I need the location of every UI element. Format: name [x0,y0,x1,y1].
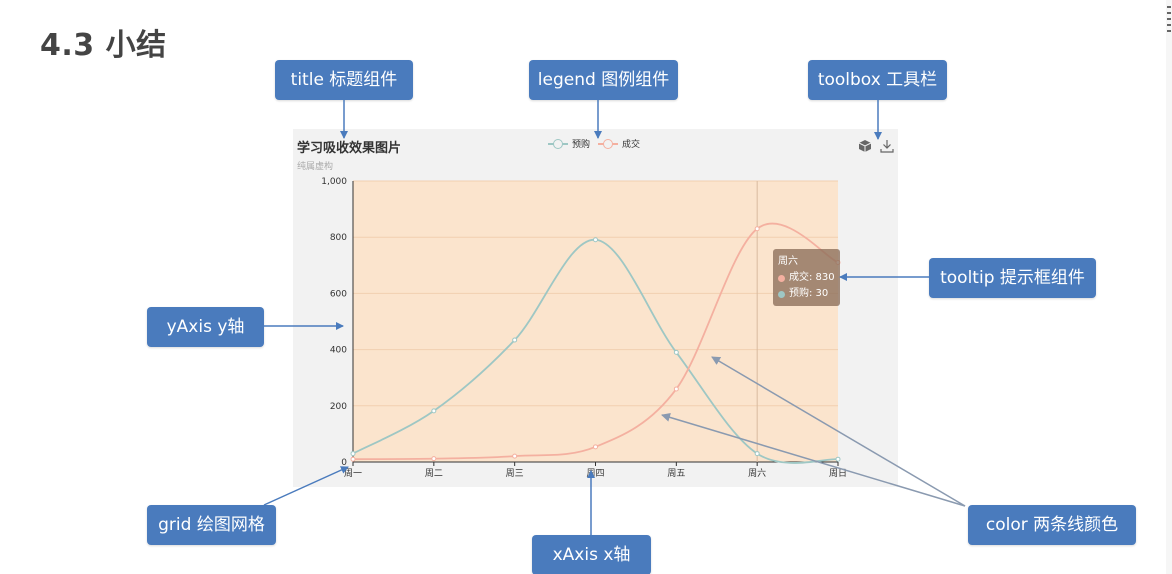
download-icon[interactable] [880,139,894,153]
y-tick-label: 600 [330,289,347,299]
series-point [350,451,356,457]
chart-toolbox [858,139,894,153]
y-tick-label: 400 [330,346,347,356]
callout-legend: legend 图例组件 [529,60,678,100]
callout-yaxis: yAxis y轴 [147,307,264,347]
series-point [431,408,437,414]
series-point [754,226,760,232]
x-tick-label: 周五 [667,468,685,479]
tooltip-row-chengjiao: 成交: 830 [778,270,835,286]
callout-tooltip: tooltip 提示框组件 [929,258,1096,298]
tooltip-row-yugou: 预购: 30 [778,286,835,302]
series-point [673,386,679,392]
series-point [593,237,598,243]
legend-item-chengjiao[interactable]: 成交 [598,137,640,150]
legend-line-icon [548,138,568,149]
y-tick-label: 1,000 [321,177,347,187]
x-tick-label: 周日 [829,468,847,479]
chart-legend[interactable]: 预购 成交 [548,137,648,150]
callout-grid: grid 绘图网格 [147,505,276,545]
chart-title: 学习吸收效果图片 [297,141,402,156]
callout-xaxis: xAxis x轴 [532,535,651,574]
callout-color: color 两条线颜色 [968,505,1136,545]
x-tick-label: 周三 [506,468,524,479]
legend-line-icon [598,138,619,149]
callout-title: title 标题组件 [275,60,413,100]
y-tick-label: 200 [330,402,347,412]
chart-container: 0 200 400 600 800 1,000 周一 周二 周三 周四 周五 周六 周日 学习吸收效果图… [293,129,898,487]
series-dot-icon [778,274,785,282]
y-tick-label: 800 [330,233,347,243]
chart-tooltip: 周六 成交: 830 预购: 30 [773,249,840,306]
series-point [593,444,598,450]
cube-icon[interactable] [858,139,872,153]
series-point [835,456,841,462]
legend-label: 成交 [622,140,641,150]
page-scrollbar[interactable] [1166,0,1172,574]
series-point [673,349,679,355]
x-tick-label: 周二 [425,468,443,479]
x-tick-label: 周一 [344,468,362,479]
grid-area [353,181,838,462]
series-point [512,453,518,459]
series-point [350,456,356,462]
series-dot-icon [778,290,785,298]
chart-subtitle: 纯属虚构 [297,162,334,172]
series-point [512,337,518,343]
x-tick-label: 周六 [748,467,766,479]
legend-label: 预购 [572,140,591,150]
y-tick-label: 0 [341,458,347,468]
tooltip-header: 周六 [778,256,798,267]
series-point [754,451,760,457]
tooltip-value: 预购: 30 [789,288,829,299]
legend-item-yugou[interactable]: 预购 [548,137,590,150]
x-tick-label: 周四 [586,468,604,479]
callout-toolbox: toolbox 工具栏 [808,60,947,100]
series-point [431,456,437,462]
tooltip-value: 成交: 830 [789,272,835,283]
section-heading: 4.3 小结 [40,28,167,63]
line-chart: 02004006008001,000周一 周二 周三 周四 周五 周六 周日 [321,177,847,479]
